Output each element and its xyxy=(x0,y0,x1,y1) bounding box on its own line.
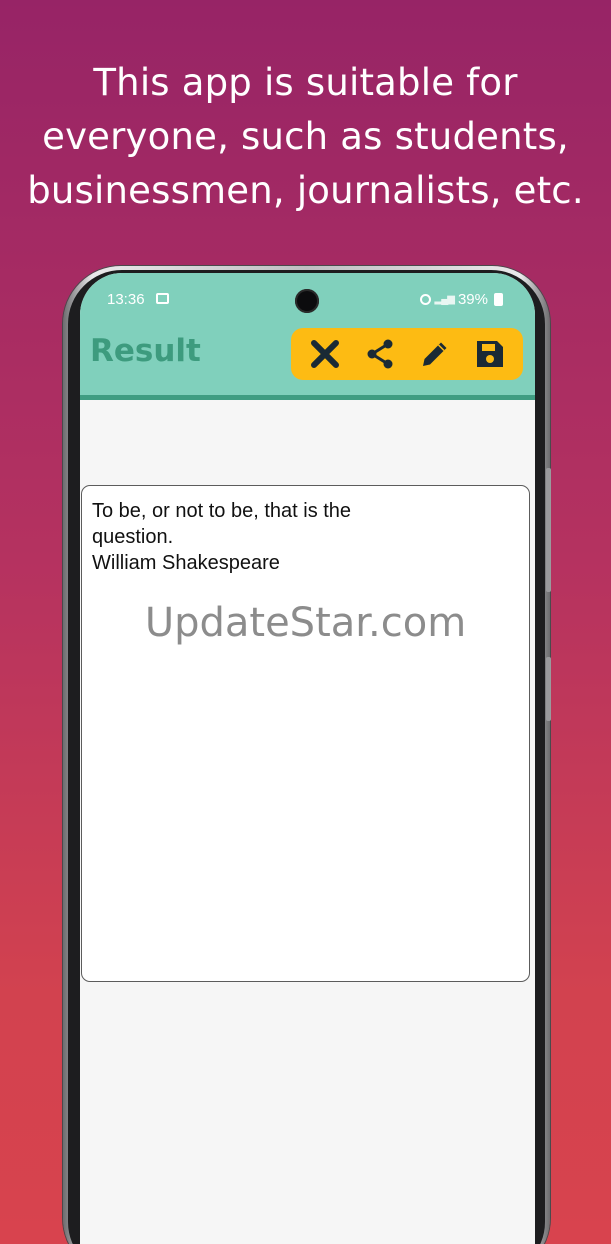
headline-line-3: businessmen, journalists, etc. xyxy=(27,169,584,212)
share-button[interactable] xyxy=(358,332,402,376)
battery-percent: 39% xyxy=(457,291,488,308)
front-camera xyxy=(295,289,319,313)
headline-line-1: This app is suitable for xyxy=(93,61,518,104)
result-line-2: question. xyxy=(92,526,174,548)
signal-icon: ▂▄▆ xyxy=(434,294,455,305)
result-text: To be, or not to be, that is the questio… xyxy=(92,498,392,576)
page-title: Result xyxy=(90,333,201,369)
save-icon xyxy=(476,341,503,367)
result-line-3: William Shakespeare xyxy=(92,552,280,574)
alarm-icon xyxy=(419,294,431,305)
headline-line-2: everyone, such as students, xyxy=(42,115,569,158)
result-text-box[interactable]: To be, or not to be, that is the questio… xyxy=(81,485,530,982)
action-toolbar xyxy=(291,328,523,380)
watermark: UpdateStar.com xyxy=(144,600,467,646)
app-bar: 13:36 ▂▄▆ 39% Result xyxy=(80,273,535,400)
save-button[interactable] xyxy=(468,332,512,376)
share-icon xyxy=(367,339,392,369)
status-icons: ▂▄▆ 39% xyxy=(419,291,503,308)
edit-icon xyxy=(422,342,446,366)
promo-headline: This app is suitable for everyone, such … xyxy=(0,56,611,218)
gallery-notification-icon xyxy=(156,293,169,304)
phone-power-button xyxy=(546,657,551,721)
edit-button[interactable] xyxy=(413,332,457,376)
close-button[interactable] xyxy=(303,332,347,376)
result-line-1: To be, or not to be, that is the xyxy=(92,500,352,522)
battery-icon xyxy=(494,293,503,306)
status-time: 13:36 xyxy=(107,291,145,308)
phone-screen: 13:36 ▂▄▆ 39% Result To be, or not to be… xyxy=(80,273,535,1244)
phone-volume-button xyxy=(546,468,551,592)
close-icon xyxy=(310,340,339,368)
